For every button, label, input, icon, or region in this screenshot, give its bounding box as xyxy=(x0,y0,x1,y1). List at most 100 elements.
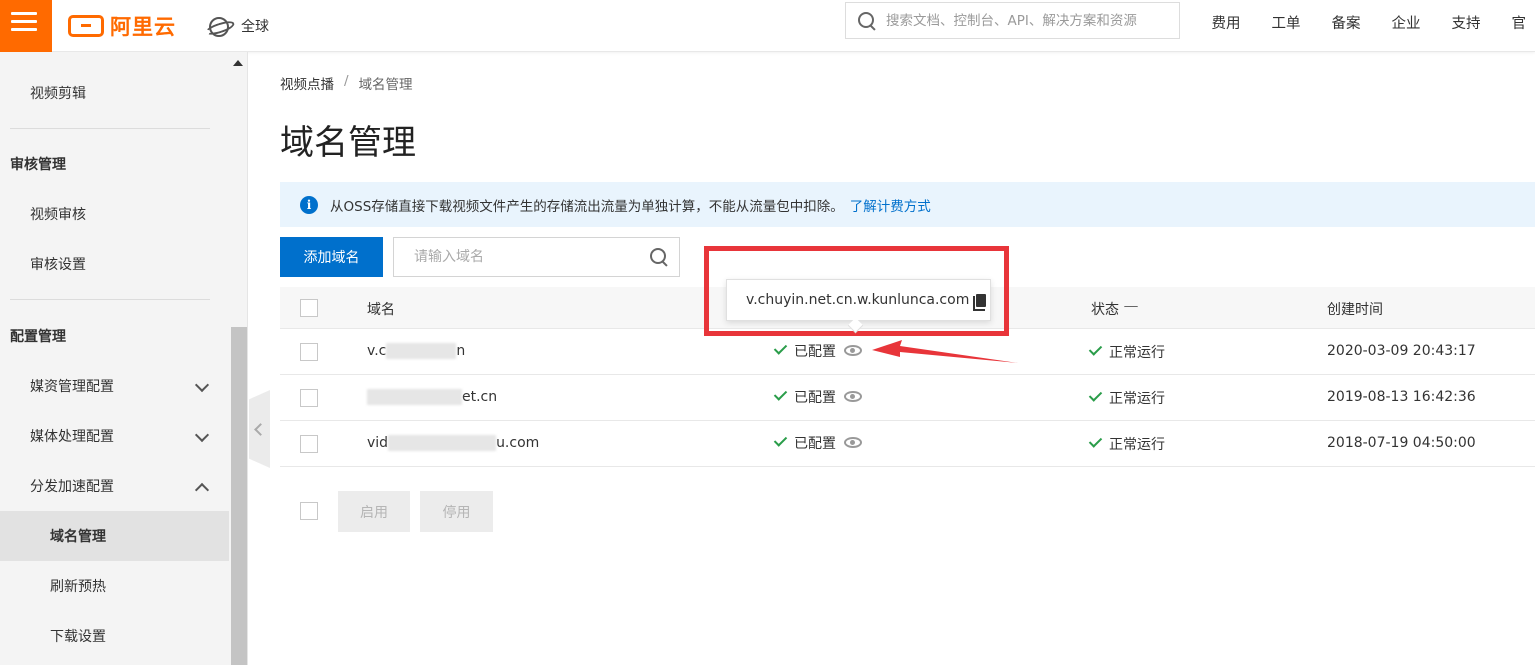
table-row: et.cn 已配置 正常运行 2019-08-13 16:42:36 xyxy=(280,375,1535,421)
nav-fees[interactable]: 费用 xyxy=(1212,12,1241,33)
billing-link[interactable]: 了解计费方式 xyxy=(850,195,931,215)
sidebar-group-config: 配置管理 xyxy=(0,311,229,361)
row-checkbox[interactable] xyxy=(300,435,318,453)
cname-value: v.chuyin.net.cn.w.kunlunca.com xyxy=(746,292,970,308)
sidebar-item-media-asset-config[interactable]: 媒资管理配置 xyxy=(0,361,229,411)
aliyun-logo[interactable]: 阿里云 xyxy=(68,9,176,43)
cname-status: 已配置 xyxy=(794,344,836,360)
breadcrumb-parent[interactable]: 视频点播 xyxy=(280,73,334,93)
notice-text: 从OSS存储直接下载视频文件产生的存储流出流量为单独计算，不能从流量包中扣除。 xyxy=(330,198,844,215)
sidebar-item-label: 域名管理 xyxy=(50,529,106,545)
disable-button[interactable]: 停用 xyxy=(420,491,493,532)
cname-tooltip: v.chuyin.net.cn.w.kunlunca.com xyxy=(726,279,991,321)
domain-cell[interactable]: vid u.com xyxy=(367,435,539,451)
status-text: 正常运行 xyxy=(1109,345,1165,361)
status-cell: 正常运行 xyxy=(1088,434,1165,454)
breadcrumb: 视频点播 / 域名管理 xyxy=(280,73,413,93)
check-icon xyxy=(773,341,788,355)
chevron-up-icon xyxy=(194,482,210,498)
domain-suffix: u.com xyxy=(496,435,540,451)
global-search[interactable] xyxy=(845,2,1180,39)
cname-status: 已配置 xyxy=(794,390,836,406)
sidebar-item-refresh-prefetch[interactable]: 刷新预热 xyxy=(0,561,229,611)
search-icon[interactable] xyxy=(650,248,668,266)
domain-prefix: vid xyxy=(367,435,389,451)
status-cell: 正常运行 xyxy=(1088,342,1165,362)
nav-enterprise[interactable]: 企业 xyxy=(1392,12,1421,33)
scroll-up-arrow-icon[interactable] xyxy=(233,60,243,66)
info-notice: i 从OSS存储直接下载视频文件产生的存储流出流量为单独计算，不能从流量包中扣除… xyxy=(280,182,1535,227)
row-checkbox[interactable] xyxy=(300,389,318,407)
region-selector[interactable]: 全球 xyxy=(205,10,269,42)
sidebar-item-download-settings[interactable]: 下载设置 xyxy=(0,611,229,661)
status-text: 正常运行 xyxy=(1109,391,1165,407)
copy-icon[interactable] xyxy=(973,293,987,311)
sidebar-item-label: 媒资管理配置 xyxy=(30,379,114,395)
sidebar-item-label: 下载设置 xyxy=(50,629,106,645)
domain-suffix: n xyxy=(456,343,466,359)
domain-cell[interactable]: et.cn xyxy=(367,389,497,405)
sidebar-item-review-settings[interactable]: 审核设置 xyxy=(0,239,229,289)
column-header-status[interactable]: 状态 xyxy=(1091,299,1137,319)
logo-text: 阿里云 xyxy=(110,15,176,39)
cname-cell: 已配置 xyxy=(773,387,862,407)
eye-icon[interactable] xyxy=(844,437,862,448)
sidebar-item-label: 视频剪辑 xyxy=(30,86,86,102)
chevron-down-icon xyxy=(194,427,210,443)
sidebar-item-domain-management[interactable]: 域名管理 xyxy=(0,511,229,561)
sidebar-group-label: 审核管理 xyxy=(10,157,66,173)
eye-icon[interactable] xyxy=(844,345,862,356)
aliyun-logo-icon xyxy=(68,15,104,37)
domain-search-input[interactable] xyxy=(394,249,634,265)
eye-icon[interactable] xyxy=(844,391,862,402)
info-icon: i xyxy=(300,195,318,214)
created-cell: 2019-08-13 16:42:36 xyxy=(1327,389,1476,405)
sidebar-group-review: 审核管理 xyxy=(0,139,229,189)
filter-icon[interactable] xyxy=(1125,307,1137,315)
column-header-domain: 域名 xyxy=(367,302,395,318)
sidebar-divider xyxy=(10,299,210,300)
redacted-domain xyxy=(388,435,497,451)
global-search-input[interactable] xyxy=(886,12,1176,29)
select-all-checkbox[interactable] xyxy=(300,299,318,317)
chevron-down-icon xyxy=(194,377,210,393)
nav-icp-filing[interactable]: 备案 xyxy=(1332,12,1361,33)
sidebar-collapse-handle[interactable] xyxy=(249,390,270,468)
region-label: 全球 xyxy=(241,19,269,35)
nav-support[interactable]: 支持 xyxy=(1452,12,1481,33)
domain-cell[interactable]: v.c n xyxy=(367,343,465,359)
nav-tickets[interactable]: 工单 xyxy=(1272,12,1301,33)
sidebar-item-label: 媒体处理配置 xyxy=(30,429,114,445)
created-cell: 2020-03-09 20:43:17 xyxy=(1327,343,1476,359)
bulk-select-checkbox[interactable] xyxy=(300,502,318,520)
status-header-label: 状态 xyxy=(1091,302,1119,318)
sidebar-item-video-review[interactable]: 视频审核 xyxy=(0,189,229,239)
status-cell: 正常运行 xyxy=(1088,388,1165,408)
sidebar-item-video-editing[interactable]: 视频剪辑 xyxy=(0,68,229,118)
enable-button[interactable]: 启用 xyxy=(338,491,410,532)
add-domain-button[interactable]: 添加域名 xyxy=(280,237,383,277)
top-nav-links: 费用 工单 备案 企业 支持 官 xyxy=(1196,0,1535,44)
hamburger-menu-icon[interactable] xyxy=(0,0,52,52)
sidebar-scrollbar[interactable] xyxy=(231,327,247,665)
domain-search[interactable] xyxy=(393,237,680,277)
sidebar-item-media-processing-config[interactable]: 媒体处理配置 xyxy=(0,411,229,461)
row-checkbox[interactable] xyxy=(300,343,318,361)
breadcrumb-current: 域名管理 xyxy=(358,77,413,93)
annotation-arrow xyxy=(872,340,1018,363)
globe-icon xyxy=(205,15,231,37)
sidebar-divider xyxy=(10,128,210,129)
table-row: vid u.com 已配置 正常运行 2018-07-19 04:50:00 xyxy=(280,421,1535,467)
breadcrumb-separator: / xyxy=(344,73,349,89)
domain-prefix: v.c xyxy=(367,343,387,359)
sidebar-group-label: 配置管理 xyxy=(10,329,66,345)
nav-official[interactable]: 官 xyxy=(1512,12,1527,33)
domain-suffix: et.cn xyxy=(462,389,498,405)
sidebar-item-cdn-config[interactable]: 分发加速配置 xyxy=(0,461,229,511)
page-title: 域名管理 xyxy=(280,123,416,163)
sidebar: 视频剪辑 审核管理 视频审核 审核设置 配置管理 媒资管理配置 媒体处理配置 分… xyxy=(0,52,248,665)
check-icon xyxy=(773,387,788,401)
check-icon xyxy=(773,433,788,447)
redacted-domain xyxy=(367,389,462,405)
sidebar-item-label: 刷新预热 xyxy=(50,579,106,595)
